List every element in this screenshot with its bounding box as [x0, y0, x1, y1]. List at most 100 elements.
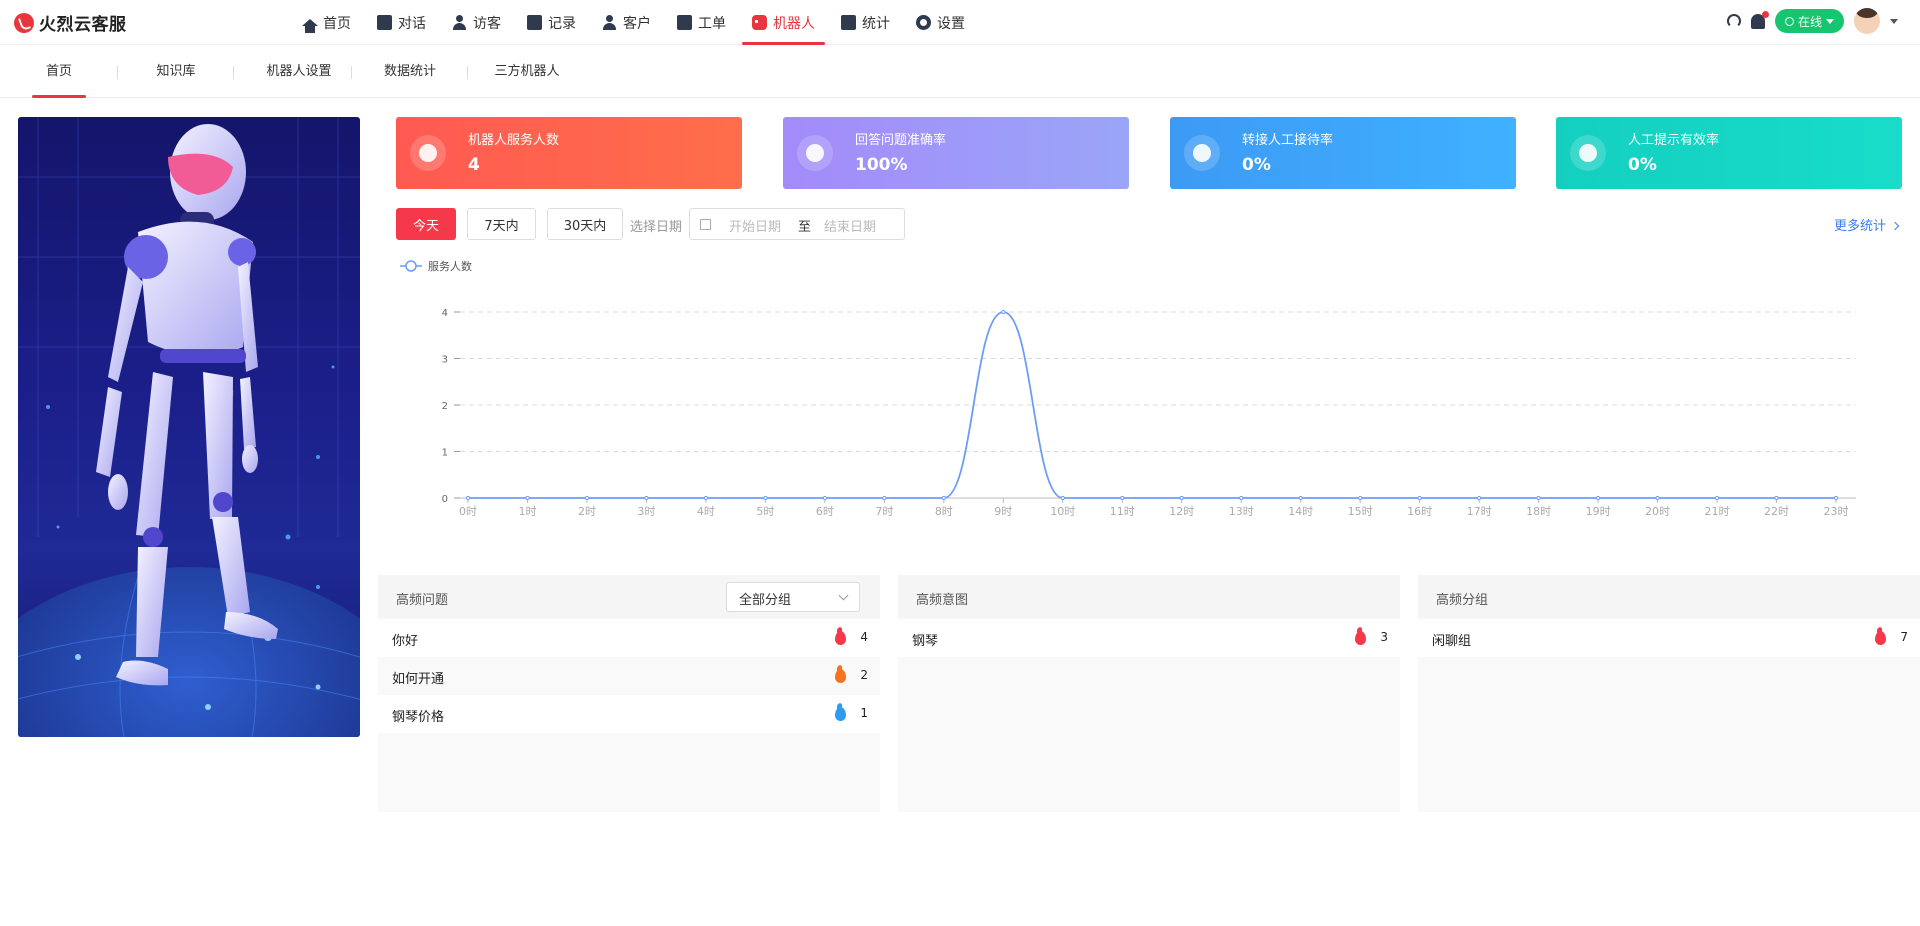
- robot-illustration: [18, 117, 360, 737]
- data-point[interactable]: [1477, 495, 1482, 501]
- phone-icon: [1570, 135, 1606, 171]
- nav-item-stats[interactable]: 统计: [831, 0, 900, 45]
- robot-icon: [410, 135, 446, 171]
- last-30-days-button[interactable]: 30天内: [547, 208, 623, 240]
- headset-icon: [1184, 135, 1220, 171]
- status-label: 在线: [1797, 14, 1822, 29]
- avatar[interactable]: [1854, 8, 1880, 34]
- online-status-toggle[interactable]: 在线: [1774, 9, 1844, 33]
- data-point[interactable]: [882, 495, 887, 501]
- x-tick-label: 3时: [637, 505, 655, 518]
- status-circle-icon: [1784, 16, 1794, 26]
- nav-item-ticket[interactable]: 工单: [667, 0, 736, 45]
- tab-robot-settings[interactable]: 机器人设置: [256, 46, 342, 98]
- list-item-label: 钢琴: [912, 634, 939, 649]
- record-icon: [527, 15, 542, 30]
- x-tick-label: 21时: [1705, 505, 1730, 518]
- stat-card-accuracy: 回答问题准确率 100%: [783, 117, 1129, 189]
- data-point[interactable]: [941, 495, 946, 501]
- x-tick-label: 17时: [1467, 505, 1492, 518]
- nav-item-label: 机器人: [773, 15, 815, 32]
- headset-icon[interactable]: [1726, 14, 1741, 28]
- data-point[interactable]: [644, 495, 649, 501]
- data-point[interactable]: [1595, 495, 1601, 501]
- nav-item-robot[interactable]: 机器人: [742, 0, 825, 45]
- brand-logo[interactable]: 火烈云客服: [14, 10, 127, 35]
- x-tick-label: 11时: [1110, 505, 1135, 518]
- data-point[interactable]: [584, 495, 590, 501]
- data-point[interactable]: [1417, 495, 1422, 501]
- nav-item-visitor[interactable]: 访客: [442, 0, 511, 45]
- end-date-input[interactable]: 结束日期: [824, 216, 876, 235]
- nav-item-customer[interactable]: 客户: [592, 0, 661, 45]
- data-point[interactable]: [1833, 495, 1839, 501]
- data-point[interactable]: [525, 495, 530, 501]
- today-button[interactable]: 今天: [396, 208, 456, 240]
- data-point[interactable]: [1298, 495, 1303, 501]
- y-tick-label: 1: [442, 448, 448, 459]
- start-date-input[interactable]: 开始日期: [729, 216, 781, 235]
- x-tick-label: 14时: [1288, 505, 1313, 518]
- x-tick-label: 10时: [1050, 505, 1075, 518]
- robot-artwork: [18, 117, 360, 737]
- x-tick-label: 2时: [578, 505, 596, 518]
- tab-divider: [233, 66, 234, 79]
- bell-icon[interactable]: [1750, 10, 1769, 29]
- nav-item-settings[interactable]: 设置: [906, 0, 975, 45]
- stat-label: 回答问题准确率: [855, 133, 947, 148]
- brand-name: 火烈云客服: [39, 15, 127, 35]
- nav-item-record[interactable]: 记录: [517, 0, 586, 45]
- nav-item-chat[interactable]: 对话: [367, 0, 436, 45]
- chart-legend[interactable]: 服务人数: [400, 260, 472, 273]
- data-point[interactable]: [465, 495, 471, 501]
- list-item[interactable]: 钢琴 3: [898, 619, 1400, 657]
- stat-label: 人工提示有效率: [1628, 133, 1720, 148]
- caret-down-icon: [1826, 18, 1834, 24]
- x-tick-label: 22时: [1764, 505, 1789, 518]
- y-tick-label: 4: [442, 308, 448, 319]
- tab-third-party-robot[interactable]: 三方机器人: [490, 46, 564, 98]
- panel-title: 高频意图: [916, 593, 969, 608]
- visitor-icon: [452, 15, 467, 30]
- tab-home[interactable]: 首页: [32, 46, 86, 98]
- data-point[interactable]: [1001, 309, 1006, 315]
- nav-item-label: 客户: [623, 15, 651, 32]
- x-tick-label: 9时: [994, 505, 1012, 518]
- y-tick-label: 0: [442, 494, 448, 505]
- robot-subtabs: 首页 知识库 机器人设置 数据统计 三方机器人: [0, 46, 1920, 98]
- last-7-days-button[interactable]: 7天内: [467, 208, 536, 240]
- data-point[interactable]: [1060, 495, 1065, 501]
- legend-label: 服务人数: [428, 260, 472, 273]
- x-tick-label: 12时: [1169, 505, 1194, 518]
- data-point[interactable]: [1179, 495, 1184, 501]
- chevron-down-icon[interactable]: [1890, 18, 1898, 24]
- stat-card-served: 机器人服务人数 4: [396, 117, 742, 189]
- data-point[interactable]: [1358, 495, 1363, 501]
- nav-item-label: 首页: [323, 15, 351, 32]
- more-stats-link[interactable]: 更多统计: [1834, 215, 1900, 234]
- data-point[interactable]: [822, 495, 827, 501]
- data-point[interactable]: [763, 495, 768, 501]
- x-tick-label: 20时: [1645, 505, 1670, 518]
- data-point[interactable]: [1536, 495, 1541, 501]
- list-item[interactable]: 闲聊组 7: [1418, 619, 1920, 657]
- nav-item-home[interactable]: 首页: [292, 0, 361, 45]
- tab-knowledge-base[interactable]: 知识库: [146, 46, 206, 98]
- list-item[interactable]: 你好 4: [378, 619, 880, 657]
- group-select[interactable]: 全部分组: [726, 582, 860, 612]
- list-item[interactable]: 如何开通 2: [378, 657, 880, 695]
- nav-item-label: 访客: [473, 15, 501, 32]
- x-tick-label: 16时: [1407, 505, 1432, 518]
- data-point[interactable]: [1774, 495, 1779, 501]
- x-tick-label: 7时: [875, 505, 893, 518]
- tab-data-stats[interactable]: 数据统计: [374, 46, 446, 98]
- data-point[interactable]: [703, 495, 709, 501]
- nav-item-label: 工单: [698, 15, 726, 32]
- date-range-picker[interactable]: 开始日期 至 结束日期: [689, 208, 905, 240]
- data-point[interactable]: [1120, 495, 1125, 501]
- data-point[interactable]: [1655, 495, 1660, 501]
- data-point[interactable]: [1239, 495, 1244, 501]
- data-point[interactable]: [1714, 495, 1720, 501]
- list-item[interactable]: 钢琴价格 1: [378, 695, 880, 733]
- x-tick-label: 6时: [816, 505, 834, 518]
